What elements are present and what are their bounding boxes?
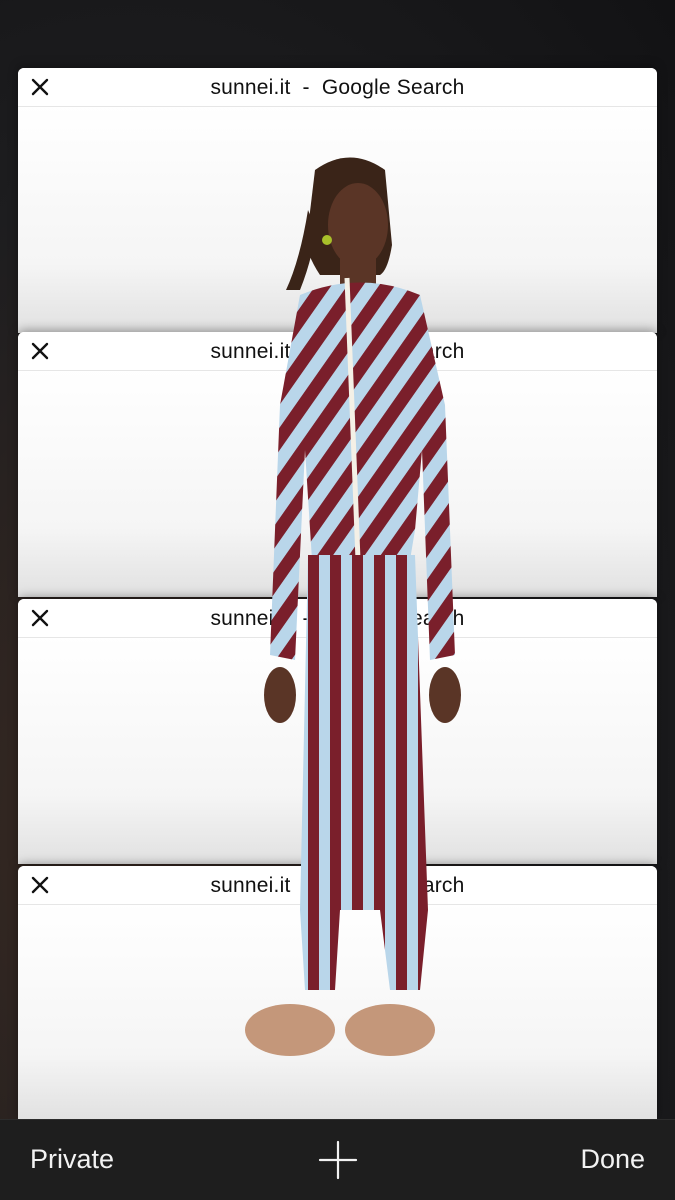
tab-preview[interactable]	[18, 635, 657, 864]
tab-header[interactable]: sunnei.it - Google Search	[18, 599, 657, 638]
add-tab-button[interactable]	[318, 1140, 358, 1180]
tab-preview[interactable]	[18, 902, 657, 1120]
tab-header[interactable]: sunnei.it - Google Search	[18, 332, 657, 371]
plus-icon	[318, 1140, 358, 1180]
tab-card[interactable]: sunnei.it - Google Search	[18, 68, 657, 333]
tab-preview[interactable]	[18, 104, 657, 333]
tab-title: sunnei.it - Google Search	[210, 76, 465, 99]
tab-header[interactable]: sunnei.it - Google Search	[18, 866, 657, 905]
tab-title: sunnei.it - Google Search	[210, 607, 465, 630]
private-button[interactable]: Private	[30, 1144, 114, 1175]
done-button[interactable]: Done	[580, 1144, 645, 1175]
tab-title: sunnei.it - Google Search	[210, 340, 465, 363]
tab-card[interactable]: sunnei.it - Google Search	[18, 866, 657, 1120]
tab-preview[interactable]	[18, 368, 657, 597]
tab-switcher-toolbar: Private Done	[0, 1119, 675, 1200]
tab-title: sunnei.it - Google Search	[210, 874, 465, 897]
tab-card[interactable]: sunnei.it - Google Search	[18, 332, 657, 597]
tab-card[interactable]: sunnei.it - Google Search	[18, 599, 657, 864]
tab-header[interactable]: sunnei.it - Google Search	[18, 68, 657, 107]
